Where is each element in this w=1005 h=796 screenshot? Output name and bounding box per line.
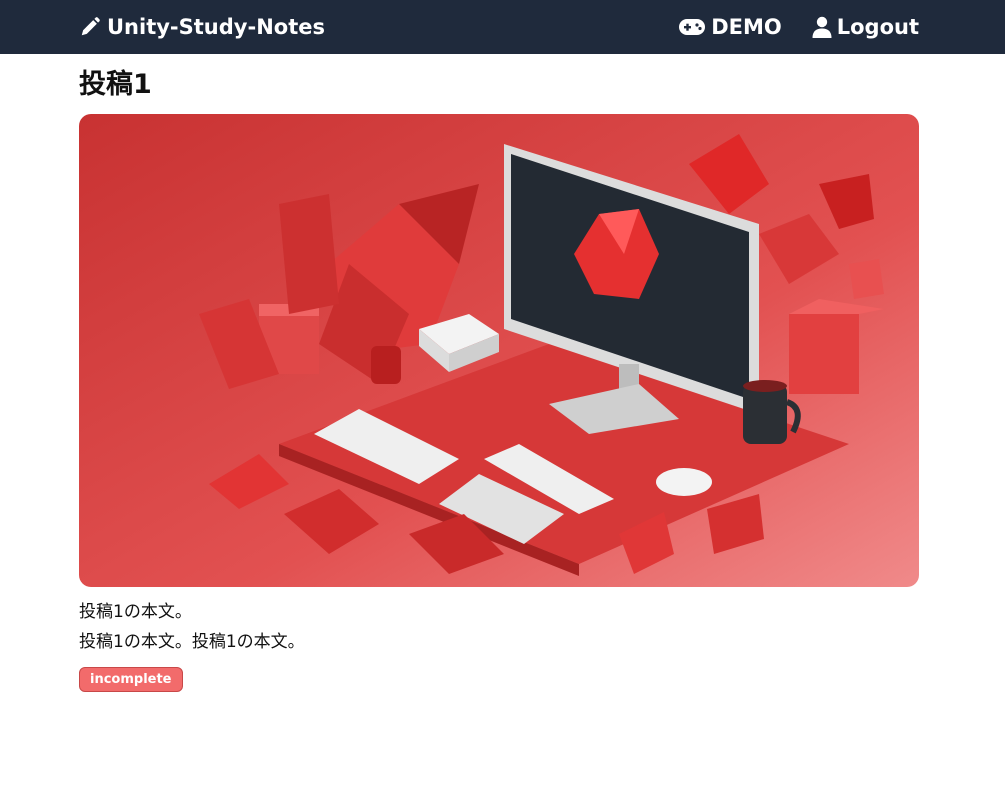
demo-label: DEMO	[711, 15, 782, 39]
post-body: 投稿1の本文。 投稿1の本文。投稿1の本文。	[79, 597, 919, 657]
pencil-icon	[81, 17, 100, 36]
logout-label: Logout	[836, 15, 919, 39]
nav-right: DEMO Logout	[648, 0, 919, 54]
gamepad-icon	[679, 19, 706, 35]
brand-link[interactable]: Unity-Study-Notes	[79, 0, 325, 54]
demo-link[interactable]: DEMO	[678, 15, 782, 39]
post-hero-image	[79, 114, 919, 587]
logout-link[interactable]: Logout	[812, 15, 919, 39]
post-body-line-1: 投稿1の本文。	[79, 602, 192, 622]
post-body-line-2: 投稿1の本文。投稿1の本文。	[79, 632, 305, 652]
brand-label: Unity-Study-Notes	[107, 15, 325, 39]
navbar: Unity-Study-Notes DEMO Logout	[0, 0, 1005, 54]
user-icon	[812, 16, 832, 38]
post-content: 投稿1 投稿1の本文。 投稿1の本文。投稿1の本文。 incomplete	[79, 54, 919, 692]
page-title: 投稿1	[79, 69, 152, 100]
status-badge[interactable]: incomplete	[79, 667, 183, 692]
